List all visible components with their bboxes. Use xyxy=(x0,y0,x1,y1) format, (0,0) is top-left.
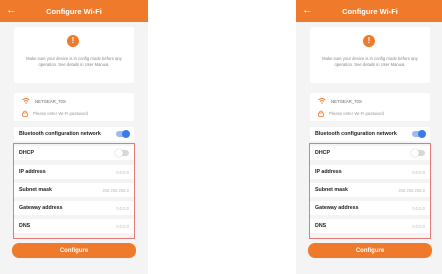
toggle-knob xyxy=(411,149,419,157)
exclamation-circle-icon: ! xyxy=(67,35,79,47)
toggle-knob xyxy=(418,130,426,138)
dhcp-label: DHCP xyxy=(315,150,331,156)
warning-text: Make sure your device is in config mode … xyxy=(26,56,122,67)
dhcp-label: DHCP xyxy=(19,150,35,156)
toggle-knob xyxy=(115,149,123,157)
bluetooth-label: Bluetooth configuration network xyxy=(19,131,101,137)
dhcp-toggle[interactable] xyxy=(411,149,425,157)
password-row xyxy=(318,108,419,118)
page-title: Configure Wi-Fi xyxy=(46,6,102,16)
arrow-left-icon[interactable]: ← xyxy=(6,4,18,16)
configure-button[interactable]: Configure xyxy=(12,243,136,258)
dhcp-row: DHCP xyxy=(310,146,430,160)
subnet-mask-row[interactable]: Subnet mask 255.255.255.0 xyxy=(310,183,430,197)
ssid-value: NETGEAR_70S xyxy=(35,98,66,104)
wifi-credentials-card: NETGEAR_70S xyxy=(310,93,430,121)
field-label: DNS xyxy=(315,223,327,229)
page-title: Configure Wi-Fi xyxy=(342,6,398,16)
warning-card: ! Make sure your device is in config mod… xyxy=(14,27,134,83)
ssid-value: NETGEAR_70S xyxy=(331,98,362,104)
field-label: IP address xyxy=(315,169,342,175)
gateway-address-row[interactable]: Gateway address 0.0.0.0 xyxy=(310,201,430,215)
dns-row[interactable]: DNS 0.0.0.0 xyxy=(14,219,134,233)
field-label: DNS xyxy=(19,223,31,229)
dhcp-toggle[interactable] xyxy=(115,149,129,157)
subnet-mask-row[interactable]: Subnet mask 255.255.255.0 xyxy=(14,183,134,197)
bluetooth-toggle[interactable] xyxy=(412,130,426,138)
field-label: Gateway address xyxy=(19,205,63,211)
warning-card: ! Make sure your device is in config mod… xyxy=(310,27,430,83)
password-input[interactable] xyxy=(33,110,123,116)
field-value: 0.0.0.0 xyxy=(412,169,425,175)
bluetooth-row: Bluetooth configuration network xyxy=(310,127,430,141)
field-value: 255.255.255.0 xyxy=(102,187,129,193)
title-bar: ← Configure Wi-Fi xyxy=(296,0,442,22)
exclamation-circle-icon: ! xyxy=(363,35,375,47)
field-value: 0.0.0.0 xyxy=(116,223,129,229)
ip-address-row[interactable]: IP address 0.0.0.0 xyxy=(310,165,430,179)
dhcp-row: DHCP xyxy=(14,146,134,160)
warning-text: Make sure your device is in config mode … xyxy=(322,56,418,67)
bluetooth-label: Bluetooth configuration network xyxy=(315,131,397,137)
bluetooth-row: Bluetooth configuration network xyxy=(14,127,134,141)
ssid-row[interactable]: NETGEAR_70S xyxy=(22,96,66,106)
lock-icon xyxy=(318,110,324,117)
phone-screen-right: ← Configure Wi-Fi ! Make sure your devic… xyxy=(296,0,442,274)
configure-button[interactable]: Configure xyxy=(308,243,432,258)
field-label: Subnet mask xyxy=(315,187,348,193)
ssid-row[interactable]: NETGEAR_70S xyxy=(318,96,362,106)
phone-screen-left: ← Configure Wi-Fi ! Make sure your devic… xyxy=(0,0,148,274)
field-label: IP address xyxy=(19,169,46,175)
bluetooth-toggle[interactable] xyxy=(116,130,130,138)
password-row xyxy=(22,108,123,118)
dns-row[interactable]: DNS 0.0.0.0 xyxy=(310,219,430,233)
title-bar: ← Configure Wi-Fi xyxy=(0,0,148,22)
wifi-icon xyxy=(22,98,30,104)
toggle-knob xyxy=(122,130,130,138)
field-value: 0.0.0.0 xyxy=(412,223,425,229)
field-label: Subnet mask xyxy=(19,187,52,193)
wifi-credentials-card: NETGEAR_70S xyxy=(14,93,134,121)
gateway-address-row[interactable]: Gateway address 0.0.0.0 xyxy=(14,201,134,215)
field-value: 255.255.255.0 xyxy=(398,187,425,193)
field-value: 0.0.0.0 xyxy=(412,205,425,211)
field-value: 0.0.0.0 xyxy=(116,205,129,211)
password-input[interactable] xyxy=(329,110,419,116)
field-label: Gateway address xyxy=(315,205,359,211)
lock-icon xyxy=(22,110,28,117)
field-value: 0.0.0.0 xyxy=(116,169,129,175)
arrow-left-icon[interactable]: ← xyxy=(302,4,314,16)
ip-address-row[interactable]: IP address 0.0.0.0 xyxy=(14,165,134,179)
wifi-icon xyxy=(318,98,326,104)
